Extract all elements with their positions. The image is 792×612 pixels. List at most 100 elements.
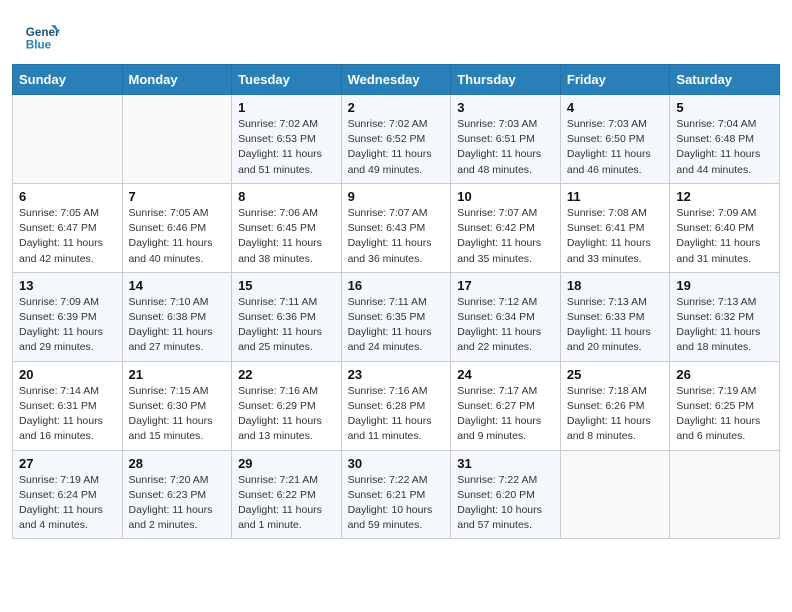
day-info: Sunrise: 7:05 AM Sunset: 6:46 PM Dayligh… [129, 206, 226, 267]
weekday-header: Thursday [451, 65, 561, 95]
day-number: 23 [348, 367, 445, 382]
weekday-header: Friday [560, 65, 670, 95]
calendar-cell: 9 Sunrise: 7:07 AM Sunset: 6:43 PM Daylig… [341, 183, 451, 272]
day-info: Sunrise: 7:11 AM Sunset: 6:35 PM Dayligh… [348, 295, 445, 356]
day-number: 22 [238, 367, 335, 382]
calendar-cell [670, 450, 780, 539]
day-info: Sunrise: 7:11 AM Sunset: 6:36 PM Dayligh… [238, 295, 335, 356]
calendar-cell: 19 Sunrise: 7:13 AM Sunset: 6:32 PM Dayli… [670, 272, 780, 361]
day-number: 25 [567, 367, 664, 382]
day-number: 17 [457, 278, 554, 293]
calendar-cell: 27 Sunrise: 7:19 AM Sunset: 6:24 PM Dayli… [13, 450, 123, 539]
day-info: Sunrise: 7:17 AM Sunset: 6:27 PM Dayligh… [457, 384, 554, 445]
day-info: Sunrise: 7:08 AM Sunset: 6:41 PM Dayligh… [567, 206, 664, 267]
calendar-table: SundayMondayTuesdayWednesdayThursdayFrid… [12, 64, 780, 539]
day-number: 7 [129, 189, 226, 204]
day-info: Sunrise: 7:13 AM Sunset: 6:32 PM Dayligh… [676, 295, 773, 356]
day-number: 20 [19, 367, 116, 382]
day-info: Sunrise: 7:14 AM Sunset: 6:31 PM Dayligh… [19, 384, 116, 445]
day-number: 4 [567, 100, 664, 115]
day-info: Sunrise: 7:13 AM Sunset: 6:33 PM Dayligh… [567, 295, 664, 356]
day-number: 18 [567, 278, 664, 293]
calendar-week-row: 27 Sunrise: 7:19 AM Sunset: 6:24 PM Dayli… [13, 450, 780, 539]
calendar-week-row: 1 Sunrise: 7:02 AM Sunset: 6:53 PM Daylig… [13, 95, 780, 184]
calendar-cell [13, 95, 123, 184]
calendar-cell: 8Sunrise: 7:06 AM Sunset: 6:45 PM Daylig… [232, 183, 342, 272]
day-info: Sunrise: 7:12 AM Sunset: 6:34 PM Dayligh… [457, 295, 554, 356]
day-number: 31 [457, 456, 554, 471]
calendar-cell: 3 Sunrise: 7:03 AM Sunset: 6:51 PM Daylig… [451, 95, 561, 184]
calendar-cell: 13 Sunrise: 7:09 AM Sunset: 6:39 PM Dayli… [13, 272, 123, 361]
day-info: Sunrise: 7:16 AM Sunset: 6:28 PM Dayligh… [348, 384, 445, 445]
weekday-header: Monday [122, 65, 232, 95]
calendar-cell [122, 95, 232, 184]
day-info: Sunrise: 7:04 AM Sunset: 6:48 PM Dayligh… [676, 117, 773, 178]
day-number: 3 [457, 100, 554, 115]
day-info: Sunrise: 7:09 AM Sunset: 6:39 PM Dayligh… [19, 295, 116, 356]
day-info: Sunrise: 7:07 AM Sunset: 6:43 PM Dayligh… [348, 206, 445, 267]
day-number: 8 [238, 189, 335, 204]
day-number: 24 [457, 367, 554, 382]
calendar-cell: 26Sunrise: 7:19 AM Sunset: 6:25 PM Dayli… [670, 361, 780, 450]
day-info: Sunrise: 7:10 AM Sunset: 6:38 PM Dayligh… [129, 295, 226, 356]
calendar-week-row: 6 Sunrise: 7:05 AM Sunset: 6:47 PM Daylig… [13, 183, 780, 272]
day-number: 2 [348, 100, 445, 115]
day-info: Sunrise: 7:22 AM Sunset: 6:21 PM Dayligh… [348, 473, 445, 534]
calendar-cell: 25 Sunrise: 7:18 AM Sunset: 6:26 PM Dayli… [560, 361, 670, 450]
calendar-cell: 28 Sunrise: 7:20 AM Sunset: 6:23 PM Dayli… [122, 450, 232, 539]
day-number: 27 [19, 456, 116, 471]
day-info: Sunrise: 7:03 AM Sunset: 6:51 PM Dayligh… [457, 117, 554, 178]
day-info: Sunrise: 7:03 AM Sunset: 6:50 PM Dayligh… [567, 117, 664, 178]
day-info: Sunrise: 7:20 AM Sunset: 6:23 PM Dayligh… [129, 473, 226, 534]
day-info: Sunrise: 7:05 AM Sunset: 6:47 PM Dayligh… [19, 206, 116, 267]
day-info: Sunrise: 7:07 AM Sunset: 6:42 PM Dayligh… [457, 206, 554, 267]
day-number: 13 [19, 278, 116, 293]
calendar-header: SundayMondayTuesdayWednesdayThursdayFrid… [13, 65, 780, 95]
weekday-header: Saturday [670, 65, 780, 95]
day-info: Sunrise: 7:09 AM Sunset: 6:40 PM Dayligh… [676, 206, 773, 267]
calendar-cell: 16Sunrise: 7:11 AM Sunset: 6:35 PM Dayli… [341, 272, 451, 361]
day-info: Sunrise: 7:02 AM Sunset: 6:53 PM Dayligh… [238, 117, 335, 178]
day-number: 30 [348, 456, 445, 471]
calendar-cell: 14 Sunrise: 7:10 AM Sunset: 6:38 PM Dayli… [122, 272, 232, 361]
day-number: 1 [238, 100, 335, 115]
day-info: Sunrise: 7:18 AM Sunset: 6:26 PM Dayligh… [567, 384, 664, 445]
day-info: Sunrise: 7:15 AM Sunset: 6:30 PM Dayligh… [129, 384, 226, 445]
day-number: 19 [676, 278, 773, 293]
calendar-cell: 30 Sunrise: 7:22 AM Sunset: 6:21 PM Dayli… [341, 450, 451, 539]
calendar-cell: 21Sunrise: 7:15 AM Sunset: 6:30 PM Dayli… [122, 361, 232, 450]
svg-text:Blue: Blue [26, 39, 52, 52]
day-number: 5 [676, 100, 773, 115]
calendar-cell: 6 Sunrise: 7:05 AM Sunset: 6:47 PM Daylig… [13, 183, 123, 272]
day-info: Sunrise: 7:02 AM Sunset: 6:52 PM Dayligh… [348, 117, 445, 178]
day-number: 11 [567, 189, 664, 204]
calendar-wrap: SundayMondayTuesdayWednesdayThursdayFrid… [0, 64, 792, 551]
calendar-cell: 15Sunrise: 7:11 AM Sunset: 6:36 PM Dayli… [232, 272, 342, 361]
weekday-header: Tuesday [232, 65, 342, 95]
day-number: 6 [19, 189, 116, 204]
calendar-cell: 10 Sunrise: 7:07 AM Sunset: 6:42 PM Dayli… [451, 183, 561, 272]
day-number: 10 [457, 189, 554, 204]
calendar-cell: 24 Sunrise: 7:17 AM Sunset: 6:27 PM Dayli… [451, 361, 561, 450]
day-info: Sunrise: 7:19 AM Sunset: 6:25 PM Dayligh… [676, 384, 773, 445]
calendar-cell: 12Sunrise: 7:09 AM Sunset: 6:40 PM Dayli… [670, 183, 780, 272]
calendar-cell: 20 Sunrise: 7:14 AM Sunset: 6:31 PM Dayli… [13, 361, 123, 450]
calendar-cell: 29Sunrise: 7:21 AM Sunset: 6:22 PM Dayli… [232, 450, 342, 539]
calendar-cell: 11 Sunrise: 7:08 AM Sunset: 6:41 PM Dayli… [560, 183, 670, 272]
calendar-cell: 2 Sunrise: 7:02 AM Sunset: 6:52 PM Daylig… [341, 95, 451, 184]
day-info: Sunrise: 7:19 AM Sunset: 6:24 PM Dayligh… [19, 473, 116, 534]
day-number: 28 [129, 456, 226, 471]
calendar-cell: 1 Sunrise: 7:02 AM Sunset: 6:53 PM Daylig… [232, 95, 342, 184]
day-number: 14 [129, 278, 226, 293]
calendar-week-row: 20 Sunrise: 7:14 AM Sunset: 6:31 PM Dayli… [13, 361, 780, 450]
calendar-cell: 22Sunrise: 7:16 AM Sunset: 6:29 PM Dayli… [232, 361, 342, 450]
day-number: 29 [238, 456, 335, 471]
page-header: General Blue [0, 0, 792, 64]
calendar-week-row: 13 Sunrise: 7:09 AM Sunset: 6:39 PM Dayli… [13, 272, 780, 361]
day-number: 9 [348, 189, 445, 204]
day-info: Sunrise: 7:22 AM Sunset: 6:20 PM Dayligh… [457, 473, 554, 534]
calendar-cell: 18 Sunrise: 7:13 AM Sunset: 6:33 PM Dayli… [560, 272, 670, 361]
calendar-cell: 23 Sunrise: 7:16 AM Sunset: 6:28 PM Dayli… [341, 361, 451, 450]
calendar-cell: 31 Sunrise: 7:22 AM Sunset: 6:20 PM Dayli… [451, 450, 561, 539]
weekday-header: Sunday [13, 65, 123, 95]
